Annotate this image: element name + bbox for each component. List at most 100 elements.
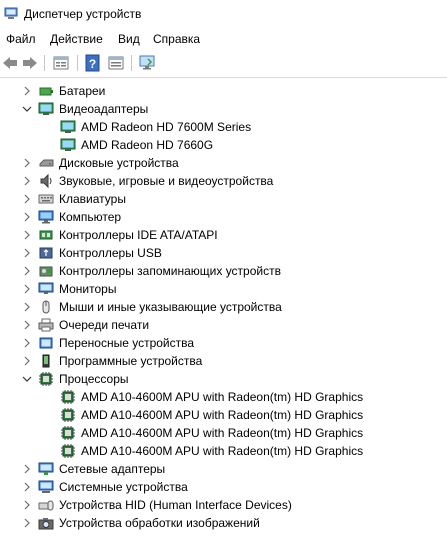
- tree-item-label: Очереди печати: [59, 318, 150, 332]
- disk-drive-icon: [39, 159, 54, 167]
- collapsed-chevron-icon[interactable]: [22, 284, 32, 294]
- tree-category[interactable]: Клавиатуры: [0, 190, 447, 208]
- collapsed-chevron-icon[interactable]: [22, 248, 32, 258]
- tree-category[interactable]: Контроллеры IDE ATA/ATAPI: [0, 226, 447, 244]
- processor-icon: [61, 408, 75, 422]
- menu-action[interactable]: Действие: [50, 32, 103, 46]
- collapsed-chevron-icon[interactable]: [22, 158, 32, 168]
- tree-device[interactable]: AMD Radeon HD 7600M Series: [0, 118, 447, 136]
- collapsed-chevron-icon[interactable]: [22, 302, 32, 312]
- tree-category[interactable]: Процессоры: [0, 370, 447, 388]
- tree-category[interactable]: Батареи: [0, 82, 447, 100]
- tree-item-label: Устройства обработки изображений: [59, 516, 260, 530]
- tree-item-label: Батареи: [59, 84, 106, 98]
- tree-device[interactable]: AMD A10-4600M APU with Radeon(tm) HD Gra…: [0, 442, 447, 460]
- tree-item-label: Мониторы: [59, 282, 117, 296]
- collapsed-chevron-icon[interactable]: [22, 194, 32, 204]
- tree-item-label: Контроллеры IDE ATA/ATAPI: [59, 228, 218, 242]
- menu-file[interactable]: Файл: [6, 32, 36, 46]
- tree-category[interactable]: Переносные устройства: [0, 334, 447, 352]
- tree-item-label: Системные устройства: [59, 480, 188, 494]
- toolbar-separator: [44, 55, 45, 71]
- tree-device[interactable]: AMD A10-4600M APU with Radeon(tm) HD Gra…: [0, 388, 447, 406]
- back-arrow-icon[interactable]: [1, 54, 19, 72]
- collapsed-chevron-icon[interactable]: [22, 176, 32, 186]
- tree-item-label: Контроллеры запоминающих устройств: [59, 264, 281, 278]
- collapsed-chevron-icon[interactable]: [22, 464, 32, 474]
- storage-controller-icon: [39, 266, 53, 277]
- menu-view[interactable]: Вид: [118, 32, 140, 46]
- tree-category[interactable]: Системные устройства: [0, 478, 447, 496]
- window-title: Диспетчер устройств: [24, 7, 142, 21]
- expanded-chevron-icon[interactable]: [22, 104, 32, 114]
- device-tree: Батареи Видеоадаптеры AMD Radeon HD 7600M …: [0, 80, 447, 543]
- device-manager-icon: [4, 7, 18, 19]
- collapsed-chevron-icon[interactable]: [22, 518, 32, 528]
- menu-bar: Файл Действие Вид Справка: [0, 28, 447, 50]
- tree-category[interactable]: Программные устройства: [0, 352, 447, 370]
- toolbar-separator: [131, 55, 132, 71]
- toolbar: ?: [0, 50, 447, 78]
- tree-category[interactable]: Мониторы: [0, 280, 447, 298]
- collapsed-chevron-icon[interactable]: [22, 266, 32, 276]
- properties-icon[interactable]: [52, 54, 70, 72]
- tree-category[interactable]: Мыши и иные указывающие устройства: [0, 298, 447, 316]
- keyboard-icon: [38, 194, 54, 204]
- processor-icon: [61, 390, 75, 404]
- tree-category[interactable]: Компьютер: [0, 208, 447, 226]
- menu-help[interactable]: Справка: [153, 32, 200, 46]
- collapsed-chevron-icon[interactable]: [22, 212, 32, 222]
- tree-item-label: Устройства HID (Human Interface Devices): [59, 498, 292, 512]
- collapsed-chevron-icon[interactable]: [22, 86, 32, 96]
- scan-hardware-monitor-icon[interactable]: [138, 54, 156, 72]
- tree-category[interactable]: Очереди печати: [0, 316, 447, 334]
- hid-icon: [38, 500, 54, 511]
- tree-item-label: Сетевые адаптеры: [59, 462, 166, 476]
- view-icon[interactable]: [107, 54, 125, 72]
- tree-item-label: Клавиатуры: [59, 192, 126, 206]
- tree-item-label: Переносные устройства: [59, 336, 195, 350]
- tree-item-label: Компьютер: [59, 210, 122, 224]
- collapsed-chevron-icon[interactable]: [22, 338, 32, 348]
- expanded-chevron-icon[interactable]: [22, 374, 32, 384]
- tree-device[interactable]: AMD Radeon HD 7660G: [0, 136, 447, 154]
- tree-category[interactable]: Дисковые устройства: [0, 154, 447, 172]
- help-icon[interactable]: ?: [84, 54, 102, 72]
- processor-icon: [61, 444, 75, 458]
- title-bar: Диспетчер устройств: [0, 0, 447, 28]
- tree-category[interactable]: Устройства обработки изображений: [0, 514, 447, 532]
- display-adapter-icon: [38, 102, 54, 115]
- collapsed-chevron-icon[interactable]: [22, 320, 32, 330]
- tree-device[interactable]: AMD A10-4600M APU with Radeon(tm) HD Gra…: [0, 424, 447, 442]
- collapsed-chevron-icon[interactable]: [22, 356, 32, 366]
- tree-category[interactable]: Устройства HID (Human Interface Devices): [0, 496, 447, 514]
- tree-category[interactable]: Сетевые адаптеры: [0, 460, 447, 478]
- printer-icon: [38, 318, 54, 332]
- tree-item-label: AMD A10-4600M APU with Radeon(tm) HD Gra…: [81, 408, 364, 422]
- tree-item-label: AMD A10-4600M APU with Radeon(tm) HD Gra…: [81, 390, 364, 404]
- tree-item-label: Мыши и иные указывающие устройства: [59, 300, 282, 314]
- processor-icon: [39, 372, 53, 386]
- tree-item-label: AMD A10-4600M APU with Radeon(tm) HD Gra…: [81, 426, 364, 440]
- forward-arrow-icon[interactable]: [21, 54, 39, 72]
- tree-category[interactable]: Контроллеры запоминающих устройств: [0, 262, 447, 280]
- collapsed-chevron-icon[interactable]: [22, 482, 32, 492]
- mouse-icon: [42, 300, 50, 314]
- tree-device[interactable]: AMD A10-4600M APU with Radeon(tm) HD Gra…: [0, 406, 447, 424]
- ide-controller-icon: [39, 230, 53, 240]
- tree-category[interactable]: Видеоадаптеры: [0, 100, 447, 118]
- monitor-icon: [38, 282, 54, 294]
- software-device-icon: [42, 354, 50, 368]
- tree-item-label: Видеоадаптеры: [59, 102, 149, 116]
- tree-category[interactable]: Звуковые, игровые и видеоустройства: [0, 172, 447, 190]
- tree-item-label: Звуковые, игровые и видеоустройства: [59, 174, 274, 188]
- tree-item-label: Контроллеры USB: [59, 246, 162, 260]
- collapsed-chevron-icon[interactable]: [22, 500, 32, 510]
- portable-device-icon: [39, 337, 53, 349]
- svg-text:?: ?: [89, 57, 96, 71]
- processor-icon: [61, 426, 75, 440]
- collapsed-chevron-icon[interactable]: [22, 230, 32, 240]
- tree-category[interactable]: Контроллеры USB: [0, 244, 447, 262]
- system-device-icon: [38, 480, 54, 493]
- tree-item-label: AMD A10-4600M APU with Radeon(tm) HD Gra…: [81, 444, 364, 458]
